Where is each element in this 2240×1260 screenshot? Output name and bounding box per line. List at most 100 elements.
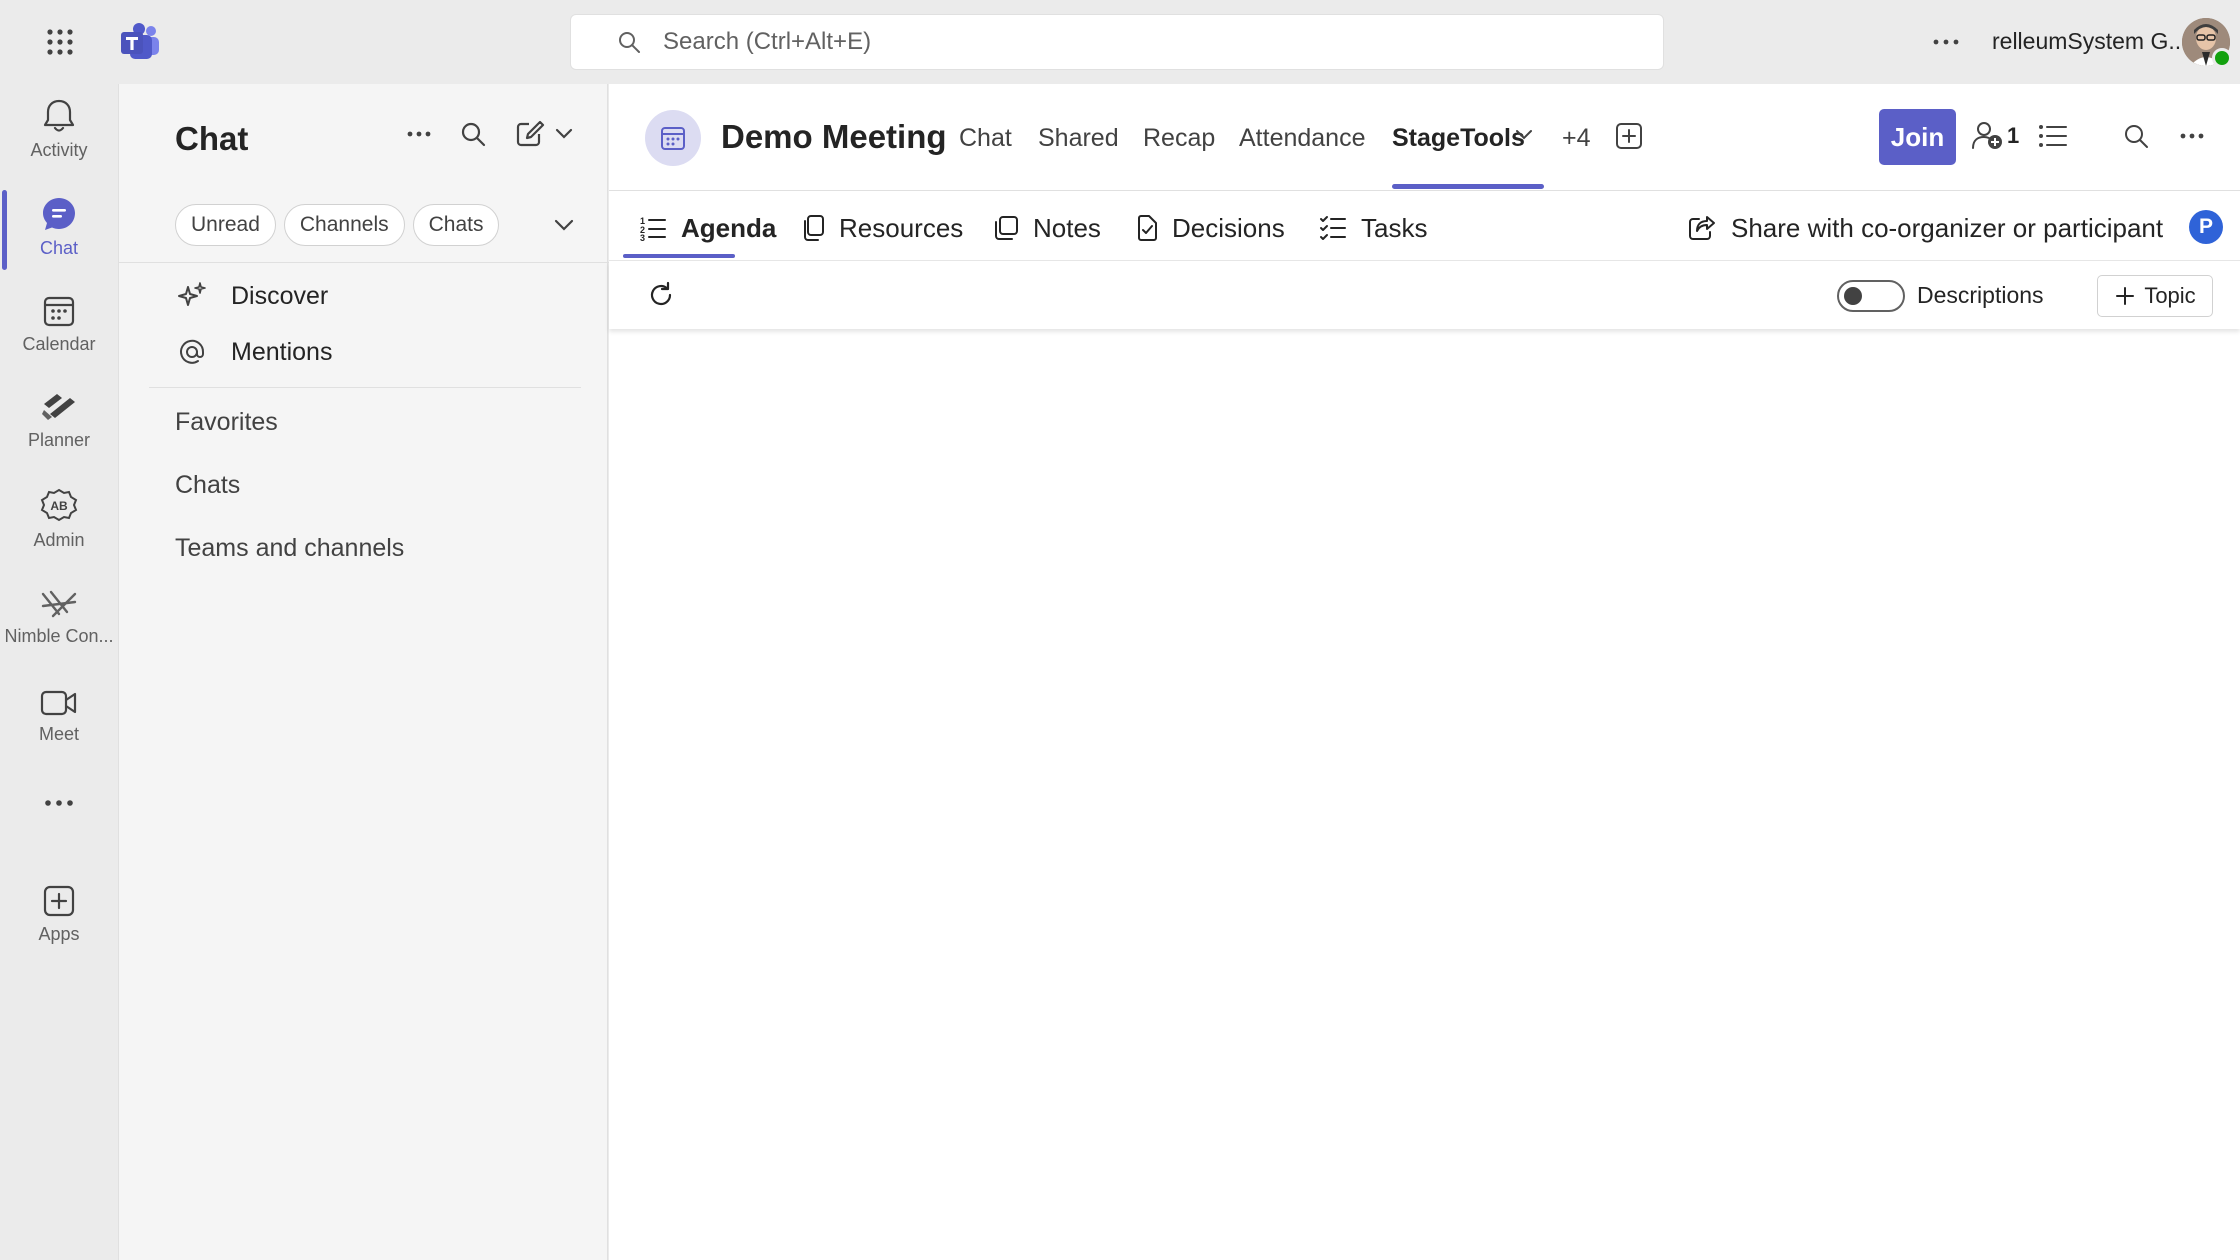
- descriptions-toggle[interactable]: [1837, 280, 1905, 312]
- add-app-icon: [42, 884, 76, 918]
- toggle-knob: [1844, 287, 1862, 305]
- section-teams-and-channels[interactable]: Teams and channels: [175, 534, 404, 563]
- tab-chat[interactable]: Chat: [959, 124, 1012, 153]
- rail-label: Activity: [30, 140, 88, 160]
- rail-label: Planner: [27, 430, 91, 450]
- subtab-decisions[interactable]: Decisions: [1136, 208, 1285, 248]
- compose-icon: [515, 120, 545, 148]
- nimble-icon: [39, 588, 79, 620]
- filter-unread[interactable]: Unread: [175, 204, 276, 246]
- rail-item-meet[interactable]: Meet: [0, 688, 118, 745]
- meeting-avatar: [645, 110, 701, 166]
- meeting-title: Demo Meeting: [721, 118, 947, 155]
- plus-icon: [2114, 285, 2136, 307]
- subtab-resources[interactable]: Resources: [801, 208, 963, 248]
- rail-item-activity[interactable]: Activity: [0, 98, 118, 161]
- nav-discover[interactable]: Discover: [177, 274, 328, 318]
- top-bar: relleumSystem G...: [0, 0, 2240, 84]
- filter-expand-button[interactable]: [549, 210, 579, 240]
- planner-icon: [40, 390, 78, 424]
- participants-button[interactable]: 1: [1971, 116, 2019, 156]
- meeting-view: Demo Meeting Chat Shared Recap Attendanc…: [609, 84, 2240, 1260]
- divider: [119, 262, 609, 263]
- share-label: Share with co-organizer or participant: [1731, 212, 2164, 243]
- rail-item-admin[interactable]: AB Admin: [0, 488, 118, 551]
- add-topic-button[interactable]: Topic: [2097, 275, 2213, 317]
- video-icon: [40, 688, 78, 718]
- notes-icon: [993, 215, 1019, 241]
- numbered-list-icon: 123: [639, 215, 667, 241]
- tab-shared[interactable]: Shared: [1038, 124, 1119, 153]
- nav-label: Mentions: [231, 337, 333, 366]
- app-launcher-icon[interactable]: [40, 22, 80, 62]
- section-favorites[interactable]: Favorites: [175, 408, 278, 437]
- search-icon: [617, 30, 641, 54]
- divider: [149, 387, 581, 388]
- add-tab-icon[interactable]: [1609, 116, 1649, 156]
- section-chats[interactable]: Chats: [175, 471, 240, 500]
- tab-recap[interactable]: Recap: [1143, 124, 1215, 153]
- more-apps-button[interactable]: [0, 800, 118, 806]
- topic-label: Topic: [2144, 283, 2196, 308]
- calendar-icon: [659, 124, 687, 152]
- chat-icon: [41, 196, 77, 232]
- subtab-agenda[interactable]: 123 Agenda: [639, 208, 776, 248]
- more-icon: [407, 131, 431, 137]
- rail-item-calendar[interactable]: Calendar: [0, 294, 118, 355]
- rail-item-planner[interactable]: Planner: [0, 390, 118, 451]
- descriptions-label: Descriptions: [1917, 282, 2044, 308]
- rail-item-chat[interactable]: Chat: [0, 196, 118, 259]
- search-bar[interactable]: [570, 14, 1664, 70]
- more-options-icon[interactable]: [1926, 22, 1966, 62]
- subtab-label: Agenda: [681, 212, 777, 243]
- nav-mentions[interactable]: Mentions: [177, 330, 332, 374]
- active-subtab-indicator: [623, 254, 735, 258]
- search-input[interactable]: [663, 28, 1563, 56]
- list-icon[interactable]: [2033, 116, 2073, 156]
- tab-stagetools[interactable]: StageTools: [1392, 124, 1525, 153]
- chat-more-button[interactable]: [399, 114, 439, 154]
- filter-channels[interactable]: Channels: [283, 204, 405, 246]
- join-button[interactable]: Join: [1879, 109, 1956, 165]
- subtab-label: Tasks: [1361, 212, 1428, 243]
- more-icon: [45, 800, 73, 806]
- refresh-button[interactable]: [643, 277, 679, 313]
- more-options-icon[interactable]: [2172, 116, 2212, 156]
- app-badge[interactable]: P: [2189, 210, 2223, 244]
- rail-item-nimble[interactable]: Nimble Con...: [0, 588, 118, 647]
- rail-label: Admin: [33, 530, 85, 550]
- share-icon: [1687, 214, 1717, 242]
- chevron-down-icon[interactable]: [1509, 120, 1539, 150]
- document-check-icon: [1136, 214, 1158, 242]
- sparkle-icon: [177, 281, 207, 311]
- subtab-notes[interactable]: Notes: [993, 208, 1101, 248]
- task-list-icon: [1319, 215, 1347, 241]
- bell-icon: [42, 98, 76, 134]
- teams-logo-icon: [118, 20, 162, 64]
- account-name[interactable]: relleumSystem G...: [1992, 28, 2188, 55]
- agenda-toolbar: Descriptions Topic: [609, 261, 2240, 329]
- participant-count: 1: [2007, 123, 2020, 148]
- filter-chips: Unread Channels Chats: [175, 204, 500, 246]
- rail-label: Chat: [39, 238, 79, 258]
- chat-list-pane: Chat Unread Channels Chats Discover Ment…: [118, 84, 609, 1260]
- more-tabs[interactable]: +4: [1562, 124, 1591, 153]
- chat-search-button[interactable]: [453, 114, 493, 154]
- rail-item-apps[interactable]: Apps: [0, 884, 118, 945]
- copy-icon: [801, 214, 825, 242]
- svg-text:AB: AB: [50, 499, 68, 513]
- subtab-label: Resources: [839, 212, 964, 243]
- share-button[interactable]: Share with co-organizer or participant: [1687, 208, 2163, 248]
- search-icon[interactable]: [2116, 116, 2156, 156]
- divider: [609, 190, 2240, 191]
- refresh-icon: [647, 281, 675, 309]
- subtab-tasks[interactable]: Tasks: [1319, 208, 1427, 248]
- presence-available-icon: [2212, 48, 2232, 68]
- filter-chats[interactable]: Chats: [412, 204, 500, 246]
- new-chat-button[interactable]: [509, 114, 579, 154]
- tab-attendance[interactable]: Attendance: [1239, 124, 1366, 153]
- rail-label: Apps: [38, 924, 80, 944]
- at-icon: [177, 337, 207, 367]
- rail-label: Meet: [38, 724, 80, 744]
- rail-label: Calendar: [22, 334, 96, 354]
